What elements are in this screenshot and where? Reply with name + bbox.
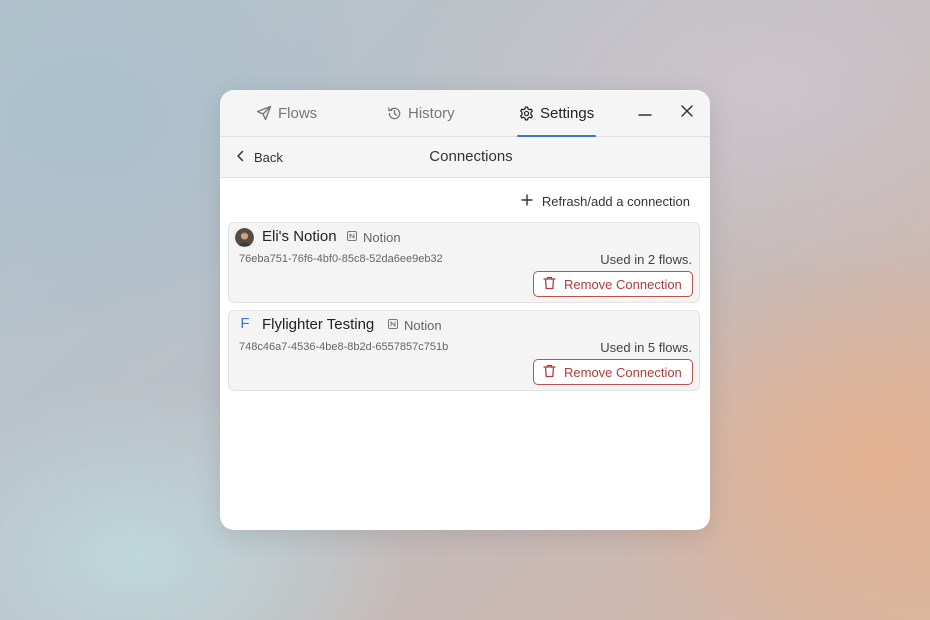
close-icon [680,104,694,123]
close-button[interactable] [675,101,699,125]
notion-icon [387,318,399,333]
connection-name: Eli's Notion [262,228,337,245]
minimize-icon [638,104,652,123]
refresh-add-connection-button[interactable]: Refrash/add a connection [521,190,690,212]
service-badge: Notion [387,318,442,333]
page-title: Connections [429,148,513,165]
tab-settings-label: Settings [540,104,595,122]
usage-text: Used in 2 flows. [600,252,692,267]
service-label: Notion [404,318,442,333]
connection-card: F Flylighter Testing Notion 748c46a7-453… [228,310,700,391]
usage-text: Used in 5 flows. [600,340,692,355]
tab-history-label: History [408,104,455,122]
app-window: Flows History Settings Back Connections … [220,90,710,530]
avatar [235,228,254,247]
tab-flows-label: Flows [278,104,318,122]
trash-icon [543,364,556,381]
connection-card: Eli's Notion Notion 76eba751-76f6-4bf0-8… [228,222,700,303]
service-label: Notion [363,230,401,245]
notion-icon [346,230,358,245]
tab-bar: Flows History Settings [220,90,710,137]
remove-connection-button[interactable]: Remove Connection [533,271,693,297]
refresh-label: Refrash/add a connection [541,193,690,209]
service-badge: Notion [346,230,401,245]
history-icon [387,106,402,121]
minimize-button[interactable] [633,101,657,125]
remove-connection-button[interactable]: Remove Connection [533,359,693,385]
remove-label: Remove Connection [564,364,682,380]
remove-label: Remove Connection [564,276,682,292]
tab-flows[interactable]: Flows [256,90,317,136]
sub-header: Back Connections [220,137,710,178]
plus-icon [521,193,533,209]
tab-history[interactable]: History [387,90,455,136]
connection-id: 76eba751-76f6-4bf0-85c8-52da6ee9eb32 [239,253,443,265]
trash-icon [543,276,556,293]
gear-icon [519,106,534,121]
connection-id: 748c46a7-4536-4be8-8b2d-6557857c751b [239,341,449,353]
avatar-letter: F [240,315,250,332]
tab-settings[interactable]: Settings [517,90,597,137]
send-icon [256,105,272,121]
connection-name: Flylighter Testing [262,316,375,333]
